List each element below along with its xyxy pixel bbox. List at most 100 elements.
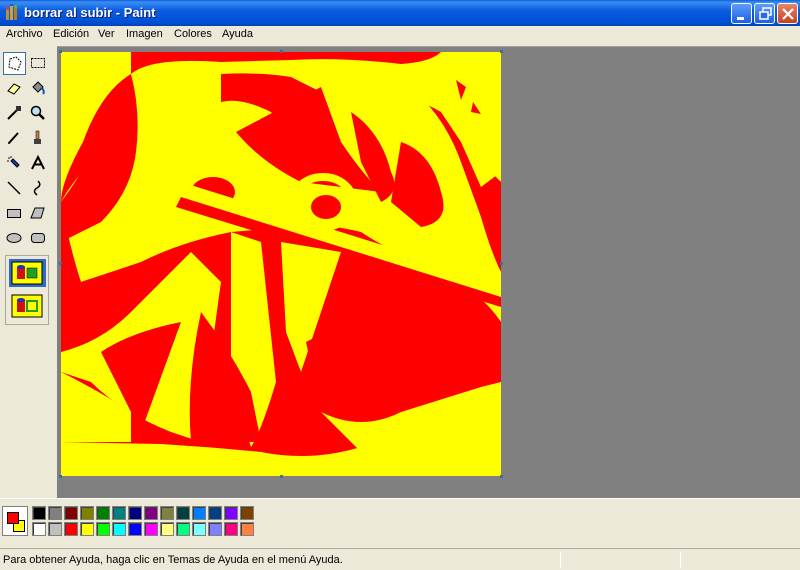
menu-ver[interactable]: Ver (98, 28, 115, 40)
status-separator (680, 552, 681, 568)
color-swatch[interactable] (32, 522, 46, 536)
color-swatch[interactable] (128, 506, 142, 520)
title-bar[interactable]: borrar al subir - Paint (0, 0, 800, 26)
curve-icon (33, 180, 41, 196)
opaque-selection-option[interactable] (9, 259, 46, 287)
pencil-tool[interactable] (3, 127, 26, 150)
menu-imagen[interactable]: Imagen (126, 28, 163, 40)
handle-bottom-left (59, 475, 62, 478)
color-picker-tool[interactable] (3, 102, 26, 125)
status-text: Para obtener Ayuda, haga clic en Temas d… (3, 554, 343, 566)
resize-handle-corner[interactable] (500, 475, 503, 478)
color-swatch[interactable] (96, 522, 110, 536)
status-bar: Para obtener Ayuda, haga clic en Temas d… (0, 548, 800, 570)
color-swatch[interactable] (240, 506, 254, 520)
ellipse-icon (6, 233, 22, 243)
rect-select-icon (31, 58, 45, 68)
magnifier-tool[interactable] (27, 102, 50, 125)
toolbox (0, 46, 57, 498)
color-swatch[interactable] (48, 506, 62, 520)
color-swatch[interactable] (176, 522, 190, 536)
color-swatch[interactable] (208, 506, 222, 520)
current-colors-box[interactable] (2, 506, 28, 536)
color-swatch[interactable] (48, 522, 62, 536)
window-title: borrar al subir - Paint (24, 5, 156, 20)
menu-archivo[interactable]: Archivo (6, 28, 43, 40)
color-swatch[interactable] (224, 506, 238, 520)
resize-handle-bottom[interactable] (280, 475, 283, 478)
drawing-canvas[interactable] (61, 52, 501, 476)
color-swatch[interactable] (192, 506, 206, 520)
pencil-icon (8, 132, 19, 144)
color-swatch[interactable] (192, 522, 206, 536)
handle-top-left (59, 50, 62, 53)
transparent-selection-option[interactable] (9, 292, 46, 320)
polygon-icon (30, 207, 45, 219)
ellipse-tool[interactable] (3, 227, 26, 250)
color-swatch[interactable] (32, 506, 46, 520)
color-palette (0, 498, 800, 545)
minimize-icon (737, 17, 744, 20)
drawing-workspace (57, 46, 800, 498)
fill-bucket-icon (32, 81, 45, 95)
color-swatch[interactable] (224, 522, 238, 536)
airbrush-icon (7, 156, 20, 168)
polygon-tool[interactable] (27, 202, 50, 225)
free-select-tool[interactable] (3, 52, 26, 75)
color-swatch[interactable] (240, 522, 254, 536)
rounded-rect-tool[interactable] (27, 227, 50, 250)
restore-button[interactable] (754, 3, 775, 24)
free-select-icon (8, 56, 22, 71)
handle-top-right (500, 50, 503, 53)
eraser-tool[interactable] (3, 77, 26, 100)
color-swatch[interactable] (112, 522, 126, 536)
close-icon (782, 8, 794, 20)
rectangle-tool[interactable] (3, 202, 26, 225)
foreground-color-swatch (7, 512, 19, 524)
paint-app-icon[interactable] (5, 4, 21, 21)
color-swatch[interactable] (96, 506, 110, 520)
color-swatch[interactable] (128, 522, 142, 536)
menu-bar: Archivo Edición Ver Imagen Colores Ayuda (0, 26, 800, 44)
color-swatch[interactable] (176, 506, 190, 520)
text-tool[interactable] (27, 152, 50, 175)
color-swatch[interactable] (80, 522, 94, 536)
eraser-icon (7, 83, 21, 95)
handle-left (59, 262, 62, 265)
handle-top (280, 50, 283, 53)
canvas-drawing (61, 52, 501, 476)
resize-handle-right[interactable] (500, 262, 503, 265)
color-swatch[interactable] (160, 522, 174, 536)
transparent-selection-icon (11, 294, 43, 318)
magnifier-icon (30, 105, 45, 120)
tool-options-box (5, 255, 49, 325)
brush-icon (34, 130, 41, 144)
color-swatch[interactable] (64, 522, 78, 536)
menu-colores[interactable]: Colores (174, 28, 212, 40)
fill-bucket-tool[interactable] (27, 77, 50, 100)
airbrush-tool[interactable] (3, 152, 26, 175)
line-icon (7, 181, 21, 195)
brush-tool[interactable] (27, 127, 50, 150)
paint-window: borrar al subir - Paint Archivo Edición … (0, 0, 800, 570)
color-swatch[interactable] (208, 522, 222, 536)
color-swatch[interactable] (80, 506, 94, 520)
rect-select-tool[interactable] (27, 52, 50, 75)
line-tool[interactable] (3, 177, 26, 200)
status-separator (560, 552, 561, 568)
text-icon (31, 155, 45, 170)
color-swatch[interactable] (112, 506, 126, 520)
color-picker-icon (7, 106, 21, 120)
color-swatch[interactable] (64, 506, 78, 520)
menu-ayuda[interactable]: Ayuda (222, 28, 253, 40)
close-button[interactable] (777, 3, 798, 24)
color-swatch[interactable] (144, 506, 158, 520)
color-swatch[interactable] (160, 506, 174, 520)
color-swatch[interactable] (144, 522, 158, 536)
curve-tool[interactable] (27, 177, 50, 200)
menu-edicion[interactable]: Edición (53, 28, 89, 40)
minimize-button[interactable] (731, 3, 752, 24)
restore-icon (759, 7, 772, 20)
opaque-selection-icon (11, 261, 43, 285)
rounded-rect-icon (31, 233, 45, 243)
